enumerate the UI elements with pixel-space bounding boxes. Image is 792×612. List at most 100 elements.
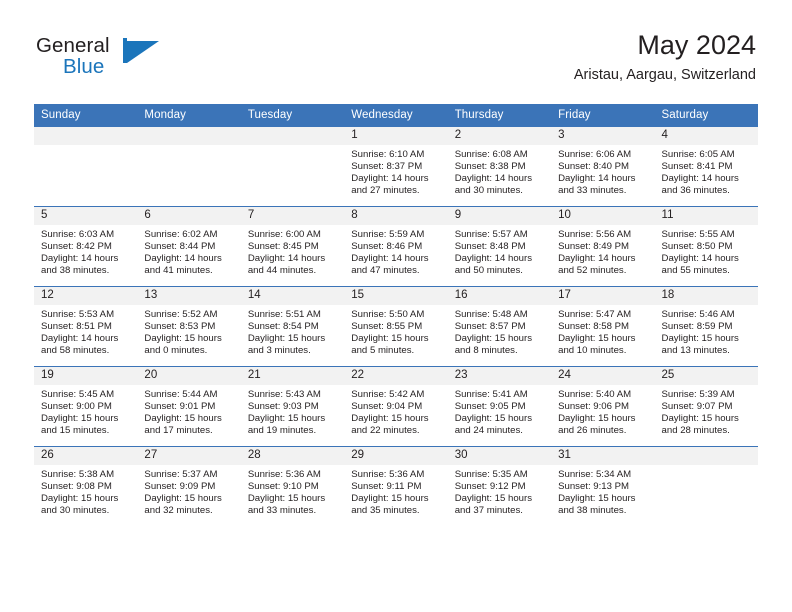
calendar-day-cell[interactable]: 18 Sunrise: 5:46 AM Sunset: 8:59 PM Dayligh… bbox=[654, 286, 758, 367]
day-detail-line: Sunrise: 5:57 AM bbox=[454, 229, 528, 240]
calendar-day-cell[interactable]: 30 Sunrise: 5:35 AM Sunset: 9:12 PM Dayligh… bbox=[447, 446, 552, 526]
calendar-table: Sunday Monday Tuesday Wednesday Thursday Frid… bbox=[34, 104, 758, 526]
calendar-day-cell[interactable]: 26 Sunrise: 5:38 AM Sunset: 9:08 PM Dayligh… bbox=[34, 446, 138, 526]
day-detail-line: Sunset: 9:07 PM bbox=[661, 401, 733, 413]
calendar-day-cell[interactable]: 6 Sunrise: 6:02 AM Sunset: 8:44 PM Daylight… bbox=[137, 206, 241, 287]
day-detail-line: Daylight: 15 hours bbox=[144, 333, 222, 345]
weekday-header-tuesday: Tuesday bbox=[240, 104, 345, 127]
day-detail-line: Sunset: 8:55 PM bbox=[351, 321, 423, 333]
day-detail-line: Sunrise: 5:48 AM bbox=[454, 309, 528, 320]
day-details: Sunrise: 6:02 AM Sunset: 8:44 PM Daylight:… bbox=[137, 225, 240, 277]
day-detail-line: and 28 minutes. bbox=[661, 425, 730, 437]
day-detail-line: Daylight: 15 hours bbox=[351, 413, 429, 425]
calendar-day-cell[interactable]: 27 Sunrise: 5:37 AM Sunset: 9:09 PM Dayligh… bbox=[137, 446, 241, 526]
calendar-day-cell[interactable]: 12 Sunrise: 5:53 AM Sunset: 8:51 PM Dayligh… bbox=[34, 286, 138, 367]
day-detail-line: Sunrise: 5:44 AM bbox=[144, 389, 218, 400]
day-detail-line: Daylight: 14 hours bbox=[558, 173, 636, 185]
day-detail-line: and 44 minutes. bbox=[247, 265, 317, 277]
day-detail-line: Sunrise: 5:37 AM bbox=[144, 469, 218, 480]
day-number: 2 bbox=[447, 127, 552, 145]
calendar-day-cell[interactable]: 3 Sunrise: 6:06 AM Sunset: 8:40 PM Daylight… bbox=[551, 127, 655, 207]
calendar-day-cell[interactable]: 1 Sunrise: 6:10 AM Sunset: 8:37 PM Daylight… bbox=[344, 127, 448, 207]
calendar-day-cell[interactable]: 7 Sunrise: 6:00 AM Sunset: 8:45 PM Daylight… bbox=[240, 206, 345, 287]
day-detail-line: Sunrise: 6:06 AM bbox=[558, 149, 632, 160]
calendar-day-cell[interactable]: 15 Sunrise: 5:50 AM Sunset: 8:55 PM Dayligh… bbox=[344, 286, 448, 367]
day-detail-line: and 32 minutes. bbox=[144, 505, 213, 517]
day-number: 24 bbox=[551, 367, 655, 385]
calendar-day-cell[interactable]: 20 Sunrise: 5:44 AM Sunset: 9:01 PM Dayligh… bbox=[137, 366, 241, 447]
calendar-day-cell[interactable]: 14 Sunrise: 5:51 AM Sunset: 8:54 PM Dayligh… bbox=[240, 286, 345, 367]
calendar-day-cell[interactable]: 13 Sunrise: 5:52 AM Sunset: 8:53 PM Dayligh… bbox=[137, 286, 241, 367]
day-detail-line: Sunrise: 5:51 AM bbox=[247, 309, 321, 320]
calendar-week-row: 19 Sunrise: 5:45 AM Sunset: 9:00 PM Dayligh… bbox=[34, 366, 758, 447]
calendar-day-cell[interactable]: 21 Sunrise: 5:43 AM Sunset: 9:03 PM Dayligh… bbox=[240, 366, 345, 447]
calendar-day-cell[interactable]: 24 Sunrise: 5:40 AM Sunset: 9:06 PM Dayligh… bbox=[551, 366, 655, 447]
day-number: 9 bbox=[447, 207, 552, 225]
day-details: Sunrise: 5:51 AM Sunset: 8:54 PM Daylight:… bbox=[241, 305, 344, 357]
calendar-day-cell[interactable]: 4 Sunrise: 6:05 AM Sunset: 8:41 PM Daylight… bbox=[654, 127, 758, 207]
day-detail-line: and 15 minutes. bbox=[41, 425, 110, 437]
calendar-week-row: 26 Sunrise: 5:38 AM Sunset: 9:08 PM Dayligh… bbox=[34, 446, 758, 526]
day-number: 5 bbox=[34, 207, 138, 225]
day-detail-line: Daylight: 15 hours bbox=[247, 493, 326, 505]
day-detail-line: and 58 minutes. bbox=[41, 345, 110, 357]
day-detail-line: Sunrise: 6:08 AM bbox=[454, 149, 528, 160]
day-details bbox=[241, 145, 344, 149]
calendar-day-cell[interactable]: 23 Sunrise: 5:41 AM Sunset: 9:05 PM Dayligh… bbox=[447, 366, 552, 447]
day-detail-line: Daylight: 14 hours bbox=[661, 173, 739, 185]
day-detail-line: and 41 minutes. bbox=[144, 265, 213, 277]
day-detail-line: and 8 minutes. bbox=[454, 345, 518, 357]
calendar-day-cell[interactable]: 31 Sunrise: 5:34 AM Sunset: 9:13 PM Dayligh… bbox=[551, 446, 655, 526]
calendar-day-cell[interactable]: 25 Sunrise: 5:39 AM Sunset: 9:07 PM Dayligh… bbox=[654, 366, 758, 447]
day-number bbox=[654, 447, 758, 465]
calendar-day-cell[interactable]: 19 Sunrise: 5:45 AM Sunset: 9:00 PM Dayligh… bbox=[34, 366, 138, 447]
calendar-day-cell[interactable]: 11 Sunrise: 5:55 AM Sunset: 8:50 PM Dayligh… bbox=[654, 206, 758, 287]
day-detail-line: and 3 minutes. bbox=[247, 345, 311, 357]
weekday-header-thursday: Thursday bbox=[447, 104, 552, 127]
flag-triangle-icon bbox=[123, 38, 163, 78]
day-detail-line: Sunset: 8:54 PM bbox=[247, 321, 319, 333]
day-detail-line: and 0 minutes. bbox=[144, 345, 208, 357]
day-number: 22 bbox=[344, 367, 448, 385]
calendar-day-cell[interactable]: 29 Sunrise: 5:36 AM Sunset: 9:11 PM Dayligh… bbox=[344, 446, 448, 526]
day-detail-line: Daylight: 14 hours bbox=[558, 253, 636, 265]
day-details: Sunrise: 5:39 AM Sunset: 9:07 PM Daylight:… bbox=[655, 385, 758, 437]
calendar-day-cell[interactable]: 10 Sunrise: 5:56 AM Sunset: 8:49 PM Dayligh… bbox=[551, 206, 655, 287]
day-detail-line: Sunrise: 5:47 AM bbox=[558, 309, 632, 320]
calendar-week-row: 5 Sunrise: 6:03 AM Sunset: 8:42 PM Daylight… bbox=[34, 206, 758, 287]
day-details: Sunrise: 5:45 AM Sunset: 9:00 PM Daylight:… bbox=[34, 385, 137, 437]
day-detail-line: Sunset: 8:51 PM bbox=[41, 321, 112, 333]
calendar-header-row: Sunday Monday Tuesday Wednesday Thursday Frid… bbox=[34, 104, 758, 127]
day-detail-line: Daylight: 14 hours bbox=[41, 333, 119, 345]
day-details bbox=[137, 145, 240, 149]
calendar-day-cell[interactable]: 8 Sunrise: 5:59 AM Sunset: 8:46 PM Daylight… bbox=[344, 206, 448, 287]
day-detail-line: Daylight: 14 hours bbox=[661, 253, 739, 265]
day-detail-line: and 22 minutes. bbox=[351, 425, 420, 437]
day-number: 7 bbox=[240, 207, 345, 225]
day-detail-line: Sunset: 8:46 PM bbox=[351, 241, 423, 253]
day-detail-line: and 55 minutes. bbox=[661, 265, 730, 277]
day-detail-line: Sunrise: 5:56 AM bbox=[558, 229, 632, 240]
day-number: 17 bbox=[551, 287, 655, 305]
day-number: 26 bbox=[34, 447, 138, 465]
day-number: 10 bbox=[551, 207, 655, 225]
day-detail-line: Sunset: 9:12 PM bbox=[454, 481, 526, 493]
day-detail-line: and 30 minutes. bbox=[454, 185, 523, 197]
brand-logo[interactable]: General Blue bbox=[36, 35, 216, 84]
day-details: Sunrise: 5:40 AM Sunset: 9:06 PM Daylight:… bbox=[551, 385, 654, 437]
day-detail-line: and 50 minutes. bbox=[454, 265, 523, 277]
calendar-day-cell[interactable]: 2 Sunrise: 6:08 AM Sunset: 8:38 PM Daylight… bbox=[447, 127, 552, 207]
calendar-day-cell[interactable]: 22 Sunrise: 5:42 AM Sunset: 9:04 PM Dayligh… bbox=[344, 366, 448, 447]
day-number: 3 bbox=[551, 127, 655, 145]
day-detail-line: Sunset: 8:45 PM bbox=[247, 241, 319, 253]
calendar-day-cell[interactable]: 28 Sunrise: 5:36 AM Sunset: 9:10 PM Dayligh… bbox=[240, 446, 345, 526]
calendar-day-cell[interactable]: 16 Sunrise: 5:48 AM Sunset: 8:57 PM Dayligh… bbox=[447, 286, 552, 367]
calendar-day-cell[interactable]: 5 Sunrise: 6:03 AM Sunset: 8:42 PM Daylight… bbox=[34, 206, 138, 287]
day-details: Sunrise: 5:42 AM Sunset: 9:04 PM Daylight:… bbox=[344, 385, 447, 437]
day-detail-line: Sunrise: 5:45 AM bbox=[41, 389, 115, 400]
calendar-day-cell[interactable]: 17 Sunrise: 5:47 AM Sunset: 8:58 PM Dayligh… bbox=[551, 286, 655, 367]
day-details: Sunrise: 5:37 AM Sunset: 9:09 PM Daylight:… bbox=[137, 465, 240, 517]
day-detail-line: Sunset: 8:49 PM bbox=[558, 241, 630, 253]
calendar-day-cell[interactable]: 9 Sunrise: 5:57 AM Sunset: 8:48 PM Daylight… bbox=[447, 206, 552, 287]
day-details: Sunrise: 5:46 AM Sunset: 8:59 PM Daylight:… bbox=[655, 305, 758, 357]
